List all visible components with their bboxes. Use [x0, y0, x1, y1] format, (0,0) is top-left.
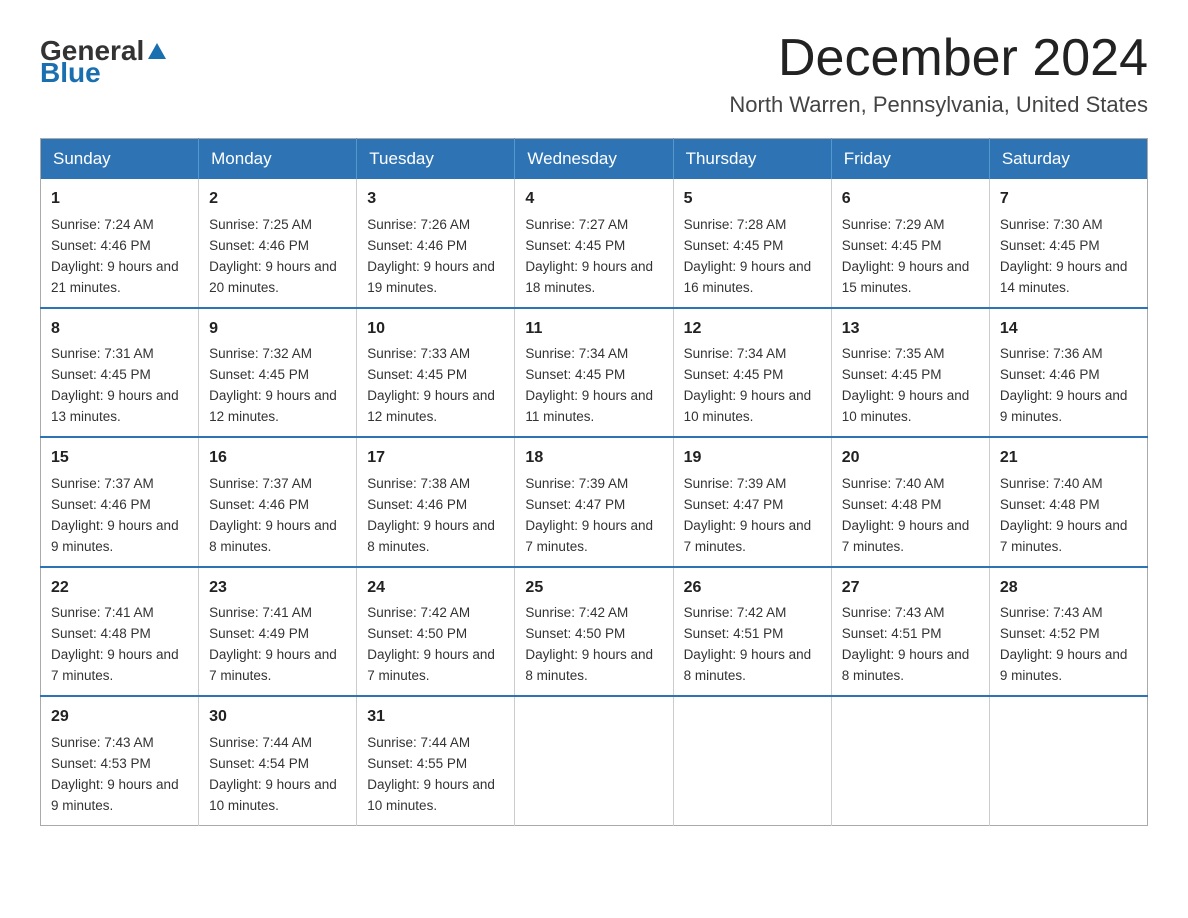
day-number: 20	[842, 446, 979, 471]
calendar-cell: 27Sunrise: 7:43 AMSunset: 4:51 PMDayligh…	[831, 567, 989, 696]
page-header: General General Blue December 2024 North…	[40, 30, 1148, 118]
day-number: 25	[525, 576, 662, 601]
header-monday: Monday	[199, 139, 357, 180]
calendar-cell	[831, 696, 989, 825]
calendar-cell: 24Sunrise: 7:42 AMSunset: 4:50 PMDayligh…	[357, 567, 515, 696]
calendar-cell: 23Sunrise: 7:41 AMSunset: 4:49 PMDayligh…	[199, 567, 357, 696]
day-number: 21	[1000, 446, 1137, 471]
logo-area: General General Blue	[40, 30, 170, 87]
calendar-cell: 31Sunrise: 7:44 AMSunset: 4:55 PMDayligh…	[357, 696, 515, 825]
calendar-cell	[673, 696, 831, 825]
calendar-cell: 20Sunrise: 7:40 AMSunset: 4:48 PMDayligh…	[831, 437, 989, 566]
header-friday: Friday	[831, 139, 989, 180]
day-number: 7	[1000, 187, 1137, 212]
calendar-cell	[515, 696, 673, 825]
calendar-cell: 3Sunrise: 7:26 AMSunset: 4:46 PMDaylight…	[357, 179, 515, 307]
day-number: 26	[684, 576, 821, 601]
day-number: 28	[1000, 576, 1137, 601]
header-thursday: Thursday	[673, 139, 831, 180]
week-row-2: 8Sunrise: 7:31 AMSunset: 4:45 PMDaylight…	[41, 308, 1148, 437]
calendar-cell: 2Sunrise: 7:25 AMSunset: 4:46 PMDaylight…	[199, 179, 357, 307]
week-row-4: 22Sunrise: 7:41 AMSunset: 4:48 PMDayligh…	[41, 567, 1148, 696]
calendar-cell: 9Sunrise: 7:32 AMSunset: 4:45 PMDaylight…	[199, 308, 357, 437]
calendar-cell: 7Sunrise: 7:30 AMSunset: 4:45 PMDaylight…	[989, 179, 1147, 307]
month-title: December 2024	[729, 30, 1148, 87]
title-area: December 2024 North Warren, Pennsylvania…	[729, 30, 1148, 118]
day-number: 19	[684, 446, 821, 471]
calendar-cell: 6Sunrise: 7:29 AMSunset: 4:45 PMDaylight…	[831, 179, 989, 307]
calendar-cell: 11Sunrise: 7:34 AMSunset: 4:45 PMDayligh…	[515, 308, 673, 437]
day-number: 31	[367, 705, 504, 730]
calendar-cell: 28Sunrise: 7:43 AMSunset: 4:52 PMDayligh…	[989, 567, 1147, 696]
logo-arrow-icon	[146, 40, 168, 62]
day-number: 18	[525, 446, 662, 471]
day-number: 17	[367, 446, 504, 471]
day-number: 6	[842, 187, 979, 212]
day-number: 5	[684, 187, 821, 212]
day-number: 15	[51, 446, 188, 471]
location-title: North Warren, Pennsylvania, United State…	[729, 92, 1148, 118]
calendar-cell: 4Sunrise: 7:27 AMSunset: 4:45 PMDaylight…	[515, 179, 673, 307]
week-row-3: 15Sunrise: 7:37 AMSunset: 4:46 PMDayligh…	[41, 437, 1148, 566]
day-number: 1	[51, 187, 188, 212]
day-number: 10	[367, 317, 504, 342]
day-number: 13	[842, 317, 979, 342]
calendar-header-row: SundayMondayTuesdayWednesdayThursdayFrid…	[41, 139, 1148, 180]
calendar-cell: 8Sunrise: 7:31 AMSunset: 4:45 PMDaylight…	[41, 308, 199, 437]
calendar-cell	[989, 696, 1147, 825]
day-number: 9	[209, 317, 346, 342]
header-tuesday: Tuesday	[357, 139, 515, 180]
calendar-cell: 26Sunrise: 7:42 AMSunset: 4:51 PMDayligh…	[673, 567, 831, 696]
week-row-5: 29Sunrise: 7:43 AMSunset: 4:53 PMDayligh…	[41, 696, 1148, 825]
day-number: 29	[51, 705, 188, 730]
calendar-cell: 25Sunrise: 7:42 AMSunset: 4:50 PMDayligh…	[515, 567, 673, 696]
day-number: 12	[684, 317, 821, 342]
calendar-cell: 19Sunrise: 7:39 AMSunset: 4:47 PMDayligh…	[673, 437, 831, 566]
week-row-1: 1Sunrise: 7:24 AMSunset: 4:46 PMDaylight…	[41, 179, 1148, 307]
calendar-cell: 1Sunrise: 7:24 AMSunset: 4:46 PMDaylight…	[41, 179, 199, 307]
calendar-cell: 17Sunrise: 7:38 AMSunset: 4:46 PMDayligh…	[357, 437, 515, 566]
day-number: 11	[525, 317, 662, 342]
calendar-cell: 10Sunrise: 7:33 AMSunset: 4:45 PMDayligh…	[357, 308, 515, 437]
header-wednesday: Wednesday	[515, 139, 673, 180]
calendar-cell: 22Sunrise: 7:41 AMSunset: 4:48 PMDayligh…	[41, 567, 199, 696]
header-sunday: Sunday	[41, 139, 199, 180]
calendar-cell: 18Sunrise: 7:39 AMSunset: 4:47 PMDayligh…	[515, 437, 673, 566]
logo-blue-text: Blue	[40, 59, 101, 87]
header-saturday: Saturday	[989, 139, 1147, 180]
day-number: 8	[51, 317, 188, 342]
day-number: 30	[209, 705, 346, 730]
calendar-cell: 12Sunrise: 7:34 AMSunset: 4:45 PMDayligh…	[673, 308, 831, 437]
calendar-cell: 21Sunrise: 7:40 AMSunset: 4:48 PMDayligh…	[989, 437, 1147, 566]
day-number: 3	[367, 187, 504, 212]
calendar-cell: 30Sunrise: 7:44 AMSunset: 4:54 PMDayligh…	[199, 696, 357, 825]
day-number: 2	[209, 187, 346, 212]
calendar-cell: 13Sunrise: 7:35 AMSunset: 4:45 PMDayligh…	[831, 308, 989, 437]
day-number: 16	[209, 446, 346, 471]
day-number: 24	[367, 576, 504, 601]
calendar-cell: 14Sunrise: 7:36 AMSunset: 4:46 PMDayligh…	[989, 308, 1147, 437]
calendar-cell: 16Sunrise: 7:37 AMSunset: 4:46 PMDayligh…	[199, 437, 357, 566]
calendar-cell: 29Sunrise: 7:43 AMSunset: 4:53 PMDayligh…	[41, 696, 199, 825]
day-number: 22	[51, 576, 188, 601]
day-number: 14	[1000, 317, 1137, 342]
day-number: 27	[842, 576, 979, 601]
calendar-cell: 5Sunrise: 7:28 AMSunset: 4:45 PMDaylight…	[673, 179, 831, 307]
calendar-cell: 15Sunrise: 7:37 AMSunset: 4:46 PMDayligh…	[41, 437, 199, 566]
calendar-table: SundayMondayTuesdayWednesdayThursdayFrid…	[40, 138, 1148, 825]
day-number: 23	[209, 576, 346, 601]
day-number: 4	[525, 187, 662, 212]
